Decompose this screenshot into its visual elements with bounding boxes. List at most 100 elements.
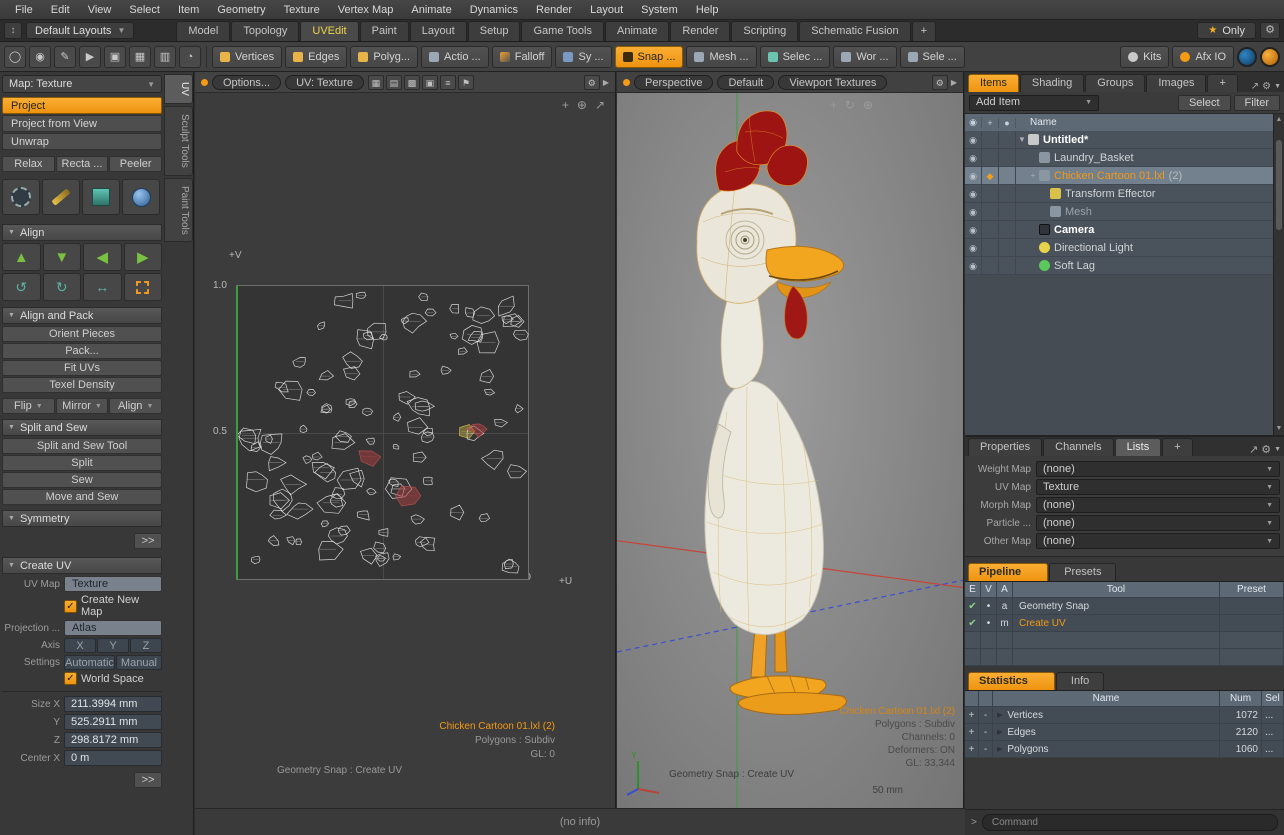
numeric-field[interactable]: 211.3994 mm — [64, 696, 162, 712]
menu-item[interactable]: Geometry — [208, 1, 274, 19]
uv-display-toggle-icon[interactable]: ▩ — [404, 75, 420, 90]
menu-item[interactable]: Help — [687, 1, 728, 19]
axis-option-button[interactable]: Z — [130, 638, 162, 653]
align-pack-section-header[interactable]: ▼ Align and Pack — [2, 307, 162, 324]
remove-selection-button[interactable]: - — [979, 741, 993, 757]
uv-display-toggle-icon[interactable]: ⚑ — [458, 75, 474, 90]
toolbar-button[interactable]: Afx IO — [1172, 46, 1234, 68]
numeric-field[interactable]: 525.2911 mm — [64, 714, 162, 730]
visibility-eye-icon[interactable]: ◉ — [965, 239, 982, 256]
lock-column-icon[interactable]: + — [982, 118, 999, 128]
uv-tool-button[interactable]: Relax — [2, 156, 55, 172]
settings-option-button[interactable]: Automatic — [64, 655, 115, 670]
layout-tab[interactable]: Layout — [410, 21, 467, 41]
item-list-tab[interactable]: Groups — [1085, 74, 1145, 92]
axis-option-button[interactable]: X — [64, 638, 96, 653]
uv-map-value-button[interactable]: Texture — [64, 576, 162, 592]
properties-tab[interactable]: + — [1162, 438, 1192, 456]
menu-item[interactable]: Dynamics — [461, 1, 527, 19]
item-lock-cell[interactable] — [999, 149, 1016, 166]
gear-icon[interactable]: ⚙ — [1260, 22, 1280, 39]
layout-tab[interactable]: Schematic Fusion — [799, 21, 910, 41]
statistics-row[interactable]: + - ▶ Vertices 1072 ... — [965, 707, 1284, 724]
scroll-up-icon[interactable]: ▲ — [1274, 114, 1284, 126]
create-uv-section-header[interactable]: ▼ Create UV — [2, 557, 162, 574]
layout-tab[interactable]: Render — [670, 21, 730, 41]
toolbar-button[interactable]: Vertices — [212, 46, 282, 68]
toolbar-icon-button[interactable]: ▶ — [79, 46, 101, 68]
item-list-tab[interactable]: Images — [1146, 74, 1206, 92]
visibility-eye-icon[interactable]: ◉ — [965, 185, 982, 202]
toolbar-button[interactable]: Kits — [1120, 46, 1169, 68]
visibility-eye-icon[interactable]: ◉ — [965, 257, 982, 274]
add-item-dropdown[interactable]: Add Item ▼ — [969, 95, 1099, 111]
pan-icon[interactable]: + — [830, 98, 837, 112]
item-lock-cell[interactable] — [999, 185, 1016, 202]
create-new-map-checkbox[interactable]: ✓ — [64, 600, 77, 613]
tree-row[interactable]: ◉ Laundry_Basket — [965, 149, 1273, 167]
pan-icon[interactable]: + — [562, 98, 569, 112]
uv-grid[interactable] — [236, 285, 529, 580]
menu-item[interactable]: Render — [527, 1, 581, 19]
expand-arrow-icon[interactable]: ▶ — [603, 78, 609, 87]
numeric-field[interactable]: 298.8172 mm — [64, 732, 162, 748]
toolbar-button[interactable]: Sele ... — [900, 46, 965, 68]
visibility-column-eye-icon[interactable]: ◉ — [965, 117, 982, 128]
toolbar-icon-button[interactable]: ◉ — [29, 46, 51, 68]
visibility-eye-icon[interactable]: ◉ — [965, 221, 982, 238]
expand-triangle-icon[interactable]: ▶ — [997, 711, 1002, 719]
layout-tab[interactable]: Animate — [605, 21, 669, 41]
rotate-ccw-icon[interactable]: ↺ — [2, 273, 41, 301]
tree-scrollbar[interactable]: ▲ ▼ — [1273, 114, 1284, 435]
uv-tool-button[interactable]: Sew — [2, 472, 162, 488]
toolbar-button[interactable]: Actio ... — [421, 46, 489, 68]
uv-dropdown-button[interactable]: Mirror ▼ — [56, 398, 109, 414]
properties-tab[interactable]: Channels — [1043, 438, 1113, 456]
toolbar-button[interactable]: Snap ... — [615, 46, 684, 68]
uv-dropdown-button[interactable]: Flip ▼ — [2, 398, 55, 414]
side-tab[interactable]: Paint Tools — [164, 178, 193, 243]
chevron-down-icon[interactable]: ▼ — [1274, 83, 1281, 90]
layout-preset-dropdown[interactable]: Default Layouts ▼ — [26, 22, 134, 39]
viewport-3d[interactable]: Perspective Default Viewport Textures ⚙ … — [617, 72, 964, 808]
statistics-row[interactable]: + - ▶ Polygons 1060 ... — [965, 741, 1284, 758]
menu-item[interactable]: Layout — [581, 1, 632, 19]
uv-mode-dropdown[interactable]: UV: Texture — [285, 75, 364, 90]
uv-display-toggle-icon[interactable]: ▤ — [386, 75, 402, 90]
rotate-cw-icon[interactable]: ↻ — [43, 273, 82, 301]
rotate-icon[interactable]: ↻ — [845, 98, 855, 112]
expand-more-button[interactable]: >> — [134, 533, 162, 549]
uv-tool-button[interactable]: Orient Pieces — [2, 326, 162, 342]
toolbar-icon-button[interactable]: ◔ — [179, 46, 201, 68]
projection-command[interactable]: Unwrap — [2, 133, 162, 150]
vertex-map-dropdown[interactable]: (none) ▼ — [1036, 497, 1280, 513]
align-arrow-button[interactable]: ◀ — [83, 243, 122, 271]
align-arrow-button[interactable]: ▲ — [2, 243, 41, 271]
menu-item[interactable]: View — [79, 1, 121, 19]
uv-tool-button[interactable]: Peeler — [109, 156, 162, 172]
remove-selection-button[interactable]: - — [979, 707, 993, 723]
uv-tool-button[interactable]: Move and Sew — [2, 489, 162, 505]
menu-item[interactable]: Item — [169, 1, 208, 19]
item-lock-cell[interactable] — [999, 203, 1016, 220]
side-tab[interactable]: Sculpt Tools — [164, 106, 193, 176]
twirl-icon[interactable]: ▼ — [1016, 135, 1028, 144]
projection-command[interactable]: Project from View — [2, 115, 162, 132]
visibility-eye-icon[interactable]: ◉ — [965, 167, 982, 184]
toolbar-button[interactable]: Wor ... — [833, 46, 896, 68]
menu-item[interactable]: Select — [120, 1, 169, 19]
symmetry-section-header[interactable]: ▼ Symmetry — [2, 510, 162, 527]
align-section-header[interactable]: ▼ Align — [2, 224, 162, 241]
item-lock-cell[interactable] — [999, 167, 1016, 184]
user-column-icon[interactable]: ● — [999, 118, 1016, 128]
camera-view-dropdown[interactable]: Perspective — [634, 75, 713, 90]
uv-tool-button[interactable]: Recta ... — [56, 156, 109, 172]
tree-row[interactable]: ◉ ▼ Untitled* — [965, 131, 1273, 149]
tree-row[interactable]: ◉ ◆ + Chicken Cartoon 01.lxl (2) — [965, 167, 1273, 185]
expand-more-button[interactable]: >> — [134, 772, 162, 788]
enable-check[interactable]: ✔ — [965, 598, 981, 614]
tree-row[interactable]: ◉ Transform Effector — [965, 185, 1273, 203]
uv-relax-icon[interactable] — [2, 179, 40, 215]
toolbar-icon-button[interactable]: ▥ — [154, 46, 176, 68]
expand-icon[interactable]: ↗ — [1249, 443, 1258, 456]
